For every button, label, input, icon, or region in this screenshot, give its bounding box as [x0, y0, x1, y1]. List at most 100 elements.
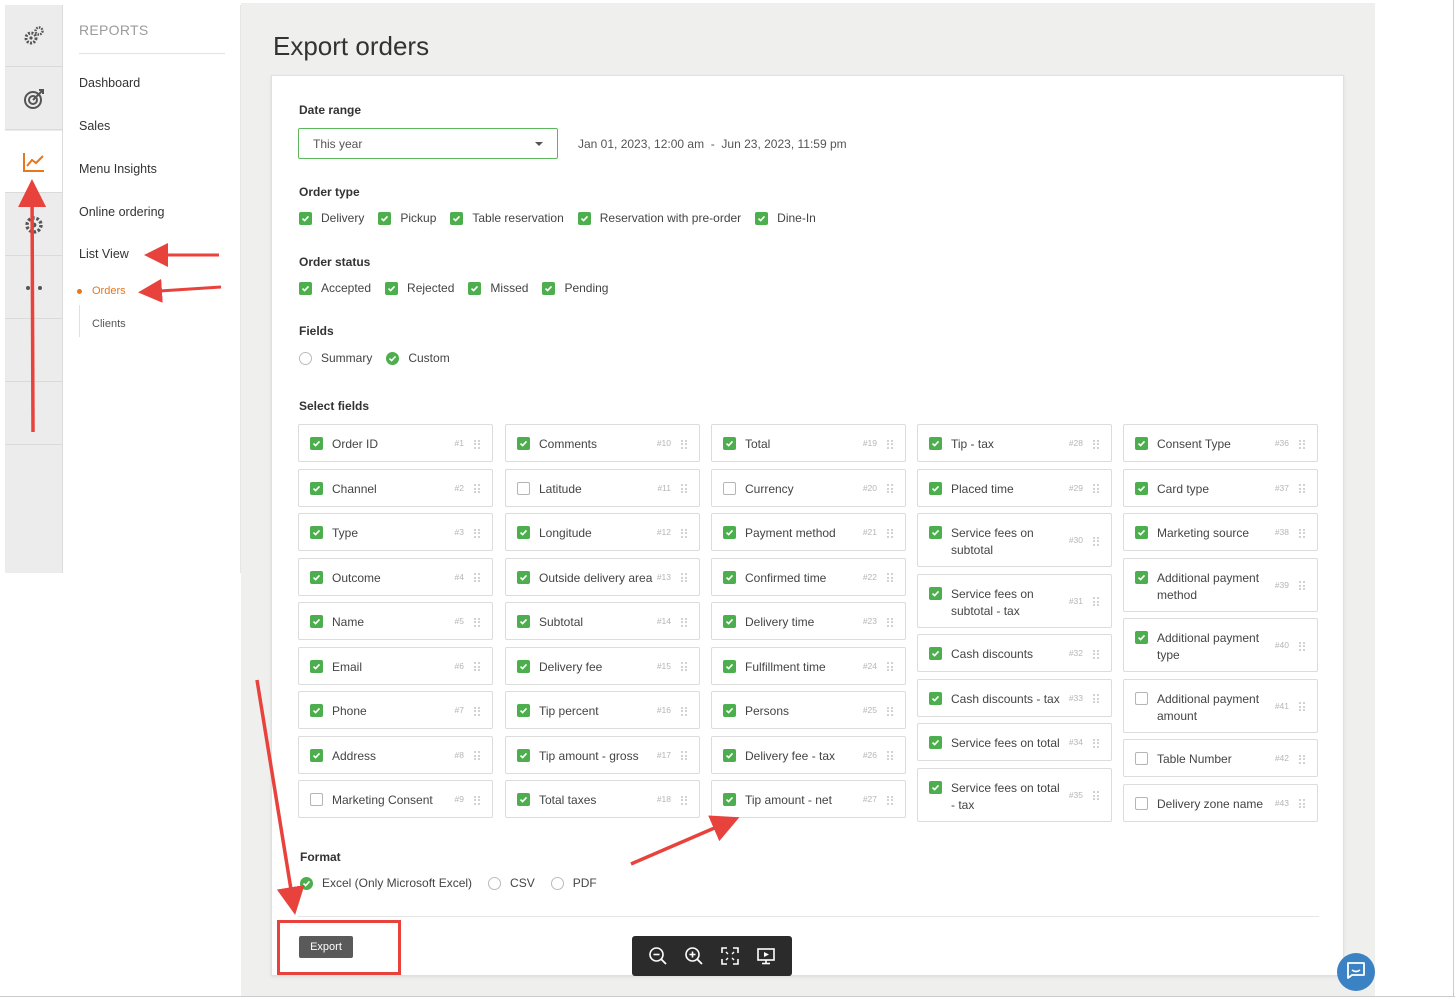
drag-handle-icon[interactable]: [474, 795, 480, 805]
field-cash-discounts-tax[interactable]: Cash discounts - tax #33: [917, 678, 1112, 717]
drag-handle-icon[interactable]: [681, 795, 687, 805]
drag-handle-icon[interactable]: [1093, 439, 1099, 449]
option-dine-in[interactable]: Dine-In: [755, 211, 816, 225]
field-delivery-fee[interactable]: Delivery fee #15: [505, 646, 700, 685]
rail-item-reports[interactable]: [5, 131, 62, 193]
checkbox-checked-icon[interactable]: [723, 748, 736, 762]
checkbox-checked-icon[interactable]: [1135, 481, 1148, 495]
field-total-taxes[interactable]: Total taxes #18: [505, 780, 700, 818]
field-tip-amount-net[interactable]: Tip amount - net #27: [711, 780, 906, 818]
checkbox-checked-icon[interactable]: [723, 659, 736, 673]
checkbox-checked-icon[interactable]: [542, 281, 556, 295]
drag-handle-icon[interactable]: [887, 573, 893, 582]
field-channel[interactable]: Channel #2: [298, 468, 493, 507]
checkbox-checked-icon[interactable]: [517, 437, 530, 450]
drag-handle-icon[interactable]: [1299, 754, 1305, 764]
checkbox-checked-icon[interactable]: [929, 526, 942, 539]
drag-handle-icon[interactable]: [1093, 694, 1099, 703]
checkbox-checked-icon[interactable]: [517, 570, 530, 584]
field-card-type[interactable]: Card type #37: [1123, 468, 1318, 507]
checkbox-checked-icon[interactable]: [929, 736, 942, 749]
field-subtotal[interactable]: Subtotal #14: [505, 602, 700, 640]
field-phone[interactable]: Phone #7: [298, 691, 493, 729]
drag-handle-icon[interactable]: [887, 662, 893, 671]
checkbox-unchecked-icon[interactable]: [1135, 752, 1148, 765]
drag-handle-icon[interactable]: [474, 751, 480, 760]
field-outcome[interactable]: Outcome #4: [298, 557, 493, 596]
option-pending[interactable]: Pending: [542, 281, 608, 295]
field-service-fees-on-total[interactable]: Service fees on total #34: [917, 723, 1112, 761]
drag-handle-icon[interactable]: [474, 617, 480, 627]
checkbox-checked-icon[interactable]: [929, 647, 942, 660]
checkbox-checked-icon[interactable]: [310, 704, 323, 717]
drag-handle-icon[interactable]: [887, 528, 893, 538]
drag-handle-icon[interactable]: [1093, 791, 1099, 800]
rail-item-more[interactable]: [5, 257, 62, 319]
drag-handle-icon[interactable]: [681, 573, 687, 582]
drag-handle-icon[interactable]: [1093, 738, 1099, 748]
zoom-in-icon[interactable]: [681, 943, 707, 969]
drag-handle-icon[interactable]: [681, 528, 687, 538]
field-name[interactable]: Name #5: [298, 602, 493, 640]
drag-handle-icon[interactable]: [474, 439, 480, 449]
field-marketing-source[interactable]: Marketing source #38: [1123, 513, 1318, 551]
fit-screen-icon[interactable]: [717, 943, 743, 969]
checkbox-checked-icon[interactable]: [517, 748, 530, 762]
field-outside-delivery-area[interactable]: Outside delivery area #13: [505, 557, 700, 596]
sidebar-item-sales[interactable]: Sales: [79, 119, 110, 133]
sidebar-item-online-ordering[interactable]: Online ordering: [79, 205, 164, 219]
field-persons[interactable]: Persons #25: [711, 691, 906, 729]
checkbox-unchecked-icon[interactable]: [517, 481, 530, 495]
drag-handle-icon[interactable]: [1299, 641, 1305, 651]
checkbox-unchecked-icon[interactable]: [1135, 691, 1148, 705]
field-currency[interactable]: Currency #20: [711, 468, 906, 507]
radio-selected-icon[interactable]: [300, 876, 313, 890]
checkbox-unchecked-icon[interactable]: [1135, 796, 1148, 810]
checkbox-checked-icon[interactable]: [723, 793, 736, 806]
field-order-id[interactable]: Order ID #1: [298, 424, 493, 462]
drag-handle-icon[interactable]: [474, 573, 480, 582]
option-pickup[interactable]: Pickup: [378, 211, 436, 225]
checkbox-checked-icon[interactable]: [468, 281, 482, 295]
checkbox-checked-icon[interactable]: [517, 659, 530, 673]
drag-handle-icon[interactable]: [887, 484, 893, 493]
field-service-fees-on-subtotal[interactable]: Service fees on subtotal #30: [917, 513, 1112, 567]
drag-handle-icon[interactable]: [887, 706, 893, 716]
checkbox-checked-icon[interactable]: [723, 570, 736, 584]
checkbox-checked-icon[interactable]: [723, 704, 736, 717]
drag-handle-icon[interactable]: [474, 662, 480, 671]
drag-handle-icon[interactable]: [1299, 439, 1305, 449]
checkbox-checked-icon[interactable]: [723, 437, 736, 450]
option-table-reservation[interactable]: Table reservation: [450, 211, 564, 225]
checkbox-checked-icon[interactable]: [310, 748, 323, 762]
drag-handle-icon[interactable]: [474, 484, 480, 493]
drag-handle-icon[interactable]: [1093, 536, 1099, 546]
radio-selected-icon[interactable]: [386, 351, 400, 365]
field-confirmed-time[interactable]: Confirmed time #22: [711, 557, 906, 596]
rail-item-settings[interactable]: [5, 5, 62, 67]
sidebar-item-menu-insights[interactable]: Menu Insights: [79, 162, 157, 176]
drag-handle-icon[interactable]: [681, 662, 687, 671]
field-additional-payment-amount[interactable]: Additional payment amount #41: [1123, 678, 1318, 733]
checkbox-checked-icon[interactable]: [310, 481, 323, 495]
drag-handle-icon[interactable]: [887, 751, 893, 760]
field-cash-discounts[interactable]: Cash discounts #32: [917, 634, 1112, 672]
drag-handle-icon[interactable]: [681, 439, 687, 449]
drag-handle-icon[interactable]: [887, 439, 893, 449]
checkbox-checked-icon[interactable]: [517, 793, 530, 806]
field-tip-tax[interactable]: Tip - tax #28: [917, 424, 1112, 462]
checkbox-checked-icon[interactable]: [929, 437, 942, 450]
chat-launcher-button[interactable]: [1337, 953, 1375, 991]
field-service-fees-on-subtotal-tax[interactable]: Service fees on subtotal - tax #31: [917, 573, 1112, 628]
checkbox-checked-icon[interactable]: [1135, 631, 1148, 644]
checkbox-checked-icon[interactable]: [929, 481, 942, 495]
sidebar-subitem-clients[interactable]: Clients: [92, 318, 126, 330]
field-service-fees-on-total-tax[interactable]: Service fees on total - tax #35: [917, 767, 1112, 822]
field-address[interactable]: Address #8: [298, 735, 493, 774]
field-total[interactable]: Total #19: [711, 424, 906, 462]
checkbox-checked-icon[interactable]: [755, 211, 769, 225]
option-reservation-with-pre-order[interactable]: Reservation with pre-order: [577, 211, 741, 225]
radio-unselected-icon[interactable]: [299, 351, 312, 365]
option-custom[interactable]: Custom: [386, 351, 450, 365]
present-icon[interactable]: [753, 943, 779, 969]
